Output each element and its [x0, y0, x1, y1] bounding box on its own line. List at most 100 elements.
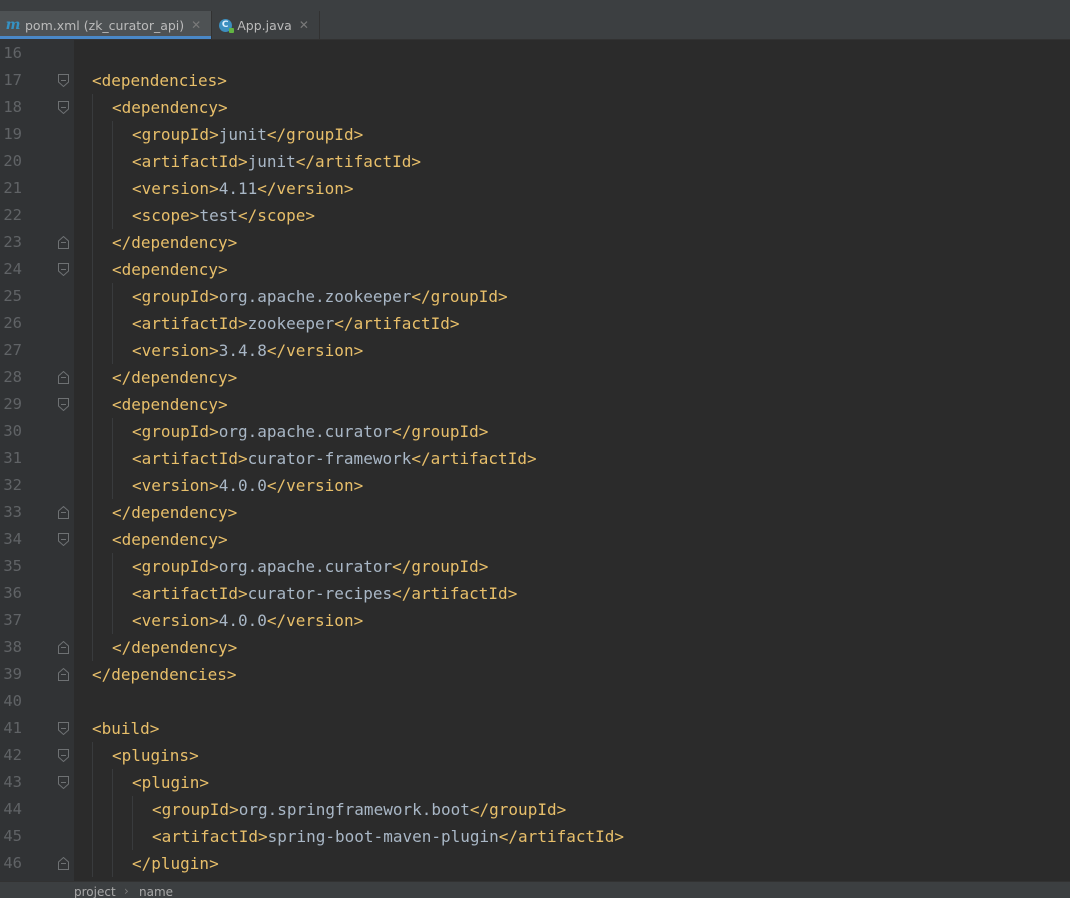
code-line[interactable]: 38 </dependency> — [0, 634, 1070, 661]
fold-open-icon[interactable] — [58, 398, 69, 411]
close-icon[interactable]: ✕ — [191, 19, 201, 31]
xml-tag: </version> — [257, 179, 354, 198]
line-number: 23 — [3, 233, 22, 251]
xml-tag: </dependencies> — [92, 665, 237, 684]
code-line[interactable]: 27 <version>3.4.8</version> — [0, 337, 1070, 364]
fold-close-icon[interactable] — [58, 857, 69, 870]
xml-text: spring-boot-maven-plugin — [267, 827, 499, 846]
xml-tag: <dependencies> — [92, 71, 227, 90]
xml-text: curator-framework — [247, 449, 412, 468]
fold-open-icon[interactable] — [58, 263, 69, 276]
xml-tag: <artifactId> — [132, 449, 248, 468]
fold-open-icon[interactable] — [58, 776, 69, 789]
xml-tag: </groupId> — [392, 557, 489, 576]
xml-tag: <plugin> — [132, 773, 210, 792]
fold-close-icon[interactable] — [58, 236, 69, 249]
code-content: </dependencies> — [92, 661, 237, 688]
code-line[interactable]: 24 <dependency> — [0, 256, 1070, 283]
line-number: 20 — [3, 152, 22, 170]
xml-text: curator-recipes — [247, 584, 393, 603]
xml-tag: </groupId> — [411, 287, 508, 306]
code-line[interactable]: 16 — [0, 40, 1070, 67]
code-content: <plugin> — [132, 769, 209, 796]
fold-open-icon[interactable] — [58, 74, 69, 87]
code-line[interactable]: 41 <build> — [0, 715, 1070, 742]
xml-text: junit — [218, 125, 267, 144]
line-number: 37 — [3, 611, 22, 629]
fold-open-icon[interactable] — [58, 101, 69, 114]
code-line[interactable]: 43 <plugin> — [0, 769, 1070, 796]
line-number: 25 — [3, 287, 22, 305]
line-number: 29 — [3, 395, 22, 413]
code-line[interactable]: 44 <groupId>org.springframework.boot</gro… — [0, 796, 1070, 823]
java-class-icon: C — [218, 18, 234, 33]
line-number: 43 — [3, 773, 22, 791]
line-number: 35 — [3, 557, 22, 575]
line-number: 42 — [3, 746, 22, 764]
code-line[interactable]: 19 <groupId>junit</groupId> — [0, 121, 1070, 148]
xml-tag: <dependency> — [112, 530, 228, 549]
code-line[interactable]: 33 </dependency> — [0, 499, 1070, 526]
line-number: 17 — [3, 71, 22, 89]
code-content: <dependencies> — [92, 67, 227, 94]
line-number: 45 — [3, 827, 22, 845]
code-line[interactable]: 21 <version>4.11</version> — [0, 175, 1070, 202]
xml-tag: <dependency> — [112, 260, 228, 279]
xml-tag: </artifactId> — [411, 449, 537, 468]
xml-tag: <plugins> — [112, 746, 199, 765]
code-line[interactable]: 20 <artifactId>junit</artifactId> — [0, 148, 1070, 175]
xml-text: org.apache.curator — [218, 557, 393, 576]
code-line[interactable]: 17 <dependencies> — [0, 67, 1070, 94]
xml-tag: <artifactId> — [132, 152, 248, 171]
xml-tag: <version> — [132, 341, 219, 360]
code-line[interactable]: 35 <groupId>org.apache.curator</groupId> — [0, 553, 1070, 580]
code-editor[interactable]: 16 17 <dependencies> 18 <dependency> 19 <group… — [0, 40, 1070, 881]
code-line[interactable]: 29 <dependency> — [0, 391, 1070, 418]
tab-pom-xml[interactable]: m pom.xml (zk_curator_api) ✕ — [0, 11, 213, 39]
tab-app-java[interactable]: C App.java ✕ — [212, 11, 320, 39]
xml-tag: <groupId> — [132, 422, 219, 441]
breadcrumb-item-project[interactable]: project — [74, 885, 116, 898]
tab-label: pom.xml (zk_curator_api) — [25, 17, 185, 33]
line-number: 28 — [3, 368, 22, 386]
xml-tag: </artifactId> — [392, 584, 518, 603]
xml-text: 4.0.0 — [218, 611, 267, 630]
fold-close-icon[interactable] — [58, 668, 69, 681]
code-line[interactable]: 31 <artifactId>curator-framework</artifac… — [0, 445, 1070, 472]
line-number: 41 — [3, 719, 22, 737]
code-line[interactable]: 28 </dependency> — [0, 364, 1070, 391]
code-line[interactable]: 36 <artifactId>curator-recipes</artifactI… — [0, 580, 1070, 607]
code-line[interactable]: 37 <version>4.0.0</version> — [0, 607, 1070, 634]
code-line[interactable]: 30 <groupId>org.apache.curator</groupId> — [0, 418, 1070, 445]
fold-open-icon[interactable] — [58, 722, 69, 735]
code-line[interactable]: 23 </dependency> — [0, 229, 1070, 256]
code-line[interactable]: 34 <dependency> — [0, 526, 1070, 553]
xml-tag: <artifactId> — [152, 827, 268, 846]
code-line[interactable]: 18 <dependency> — [0, 94, 1070, 121]
code-line[interactable]: 40 — [0, 688, 1070, 715]
code-content: </dependency> — [112, 634, 237, 661]
fold-close-icon[interactable] — [58, 506, 69, 519]
xml-text: 3.4.8 — [218, 341, 267, 360]
line-number: 39 — [3, 665, 22, 683]
code-line[interactable]: 26 <artifactId>zookeeper</artifactId> — [0, 310, 1070, 337]
fold-open-icon[interactable] — [58, 533, 69, 546]
code-line[interactable]: 39 </dependencies> — [0, 661, 1070, 688]
code-line[interactable]: 46 </plugin> — [0, 850, 1070, 877]
xml-text: 4.0.0 — [218, 476, 267, 495]
breadcrumb-item-name[interactable]: name — [139, 885, 173, 898]
code-line[interactable]: 22 <scope>test</scope> — [0, 202, 1070, 229]
fold-open-icon[interactable] — [58, 749, 69, 762]
xml-tag: <version> — [132, 611, 219, 630]
xml-tag: </version> — [266, 611, 364, 630]
line-number: 27 — [3, 341, 22, 359]
line-number: 46 — [3, 854, 22, 872]
code-line[interactable]: 45 <artifactId>spring-boot-maven-plugin</… — [0, 823, 1070, 850]
code-line[interactable]: 42 <plugins> — [0, 742, 1070, 769]
code-content: <build> — [92, 715, 159, 742]
close-icon[interactable]: ✕ — [299, 19, 309, 31]
code-line[interactable]: 25 <groupId>org.apache.zookeeper</groupId… — [0, 283, 1070, 310]
code-line[interactable]: 32 <version>4.0.0</version> — [0, 472, 1070, 499]
fold-close-icon[interactable] — [58, 371, 69, 384]
fold-close-icon[interactable] — [58, 641, 69, 654]
